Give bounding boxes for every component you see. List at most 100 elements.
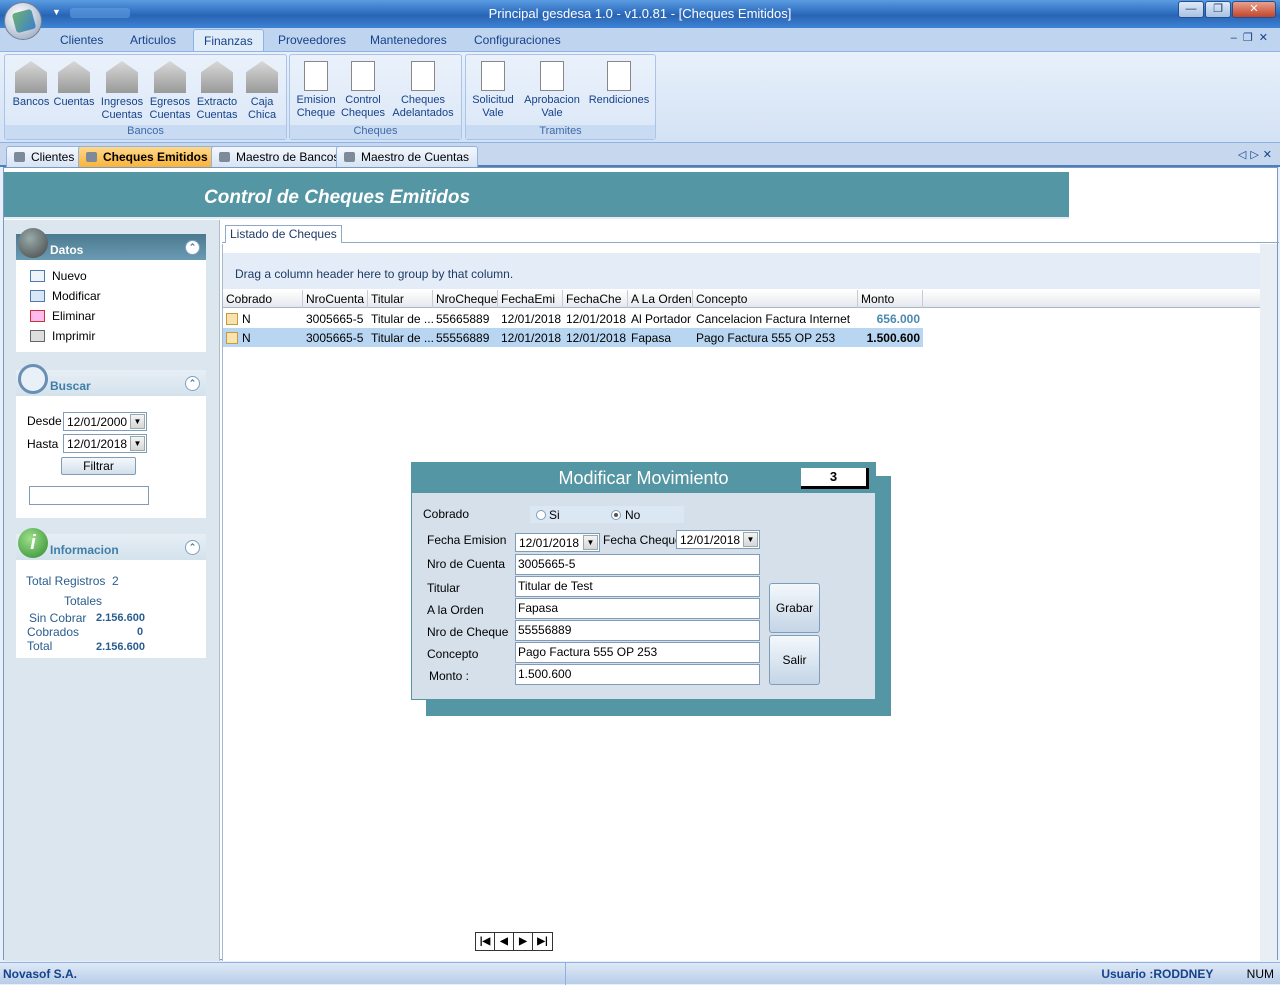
cell-nrocheque: 55665889 <box>436 312 490 326</box>
datos-panel-header[interactable]: Datos ⌃ <box>16 228 206 260</box>
collapse-icon[interactable]: ⌃ <box>185 540 200 555</box>
control-cheques-button[interactable]: Control Cheques <box>340 59 386 120</box>
column-header-nrocuenta[interactable]: NroCuenta <box>303 290 368 308</box>
a-la-orden-field[interactable]: Fapasa <box>515 598 760 619</box>
salir-button[interactable]: Salir <box>769 635 820 685</box>
modificar-link[interactable]: Modificar <box>16 286 206 306</box>
column-header-monto[interactable]: Monto <box>858 290 923 308</box>
concepto-field[interactable]: Pago Factura 555 OP 253 <box>515 642 760 663</box>
cuentas-button[interactable]: Cuentas <box>51 59 97 109</box>
caja-chica-button[interactable]: Caja Chica <box>239 59 285 122</box>
listado-tab-strip: Listado de Cheques <box>222 225 1279 243</box>
monto-field[interactable]: 1.500.600 <box>515 664 760 685</box>
grabar-button[interactable]: Grabar <box>769 583 820 633</box>
total-label: Total <box>27 639 53 653</box>
desde-date-picker[interactable]: 12/01/2000 ▼ <box>63 412 147 431</box>
minimize-button[interactable]: — <box>1178 1 1204 18</box>
a-la-orden-label: A la Orden <box>427 603 484 617</box>
cobrados-value: 0 <box>137 626 144 638</box>
cobrado-checkbox[interactable] <box>226 313 238 325</box>
previous-record-icon[interactable]: ◀ <box>495 933 514 950</box>
app-menu-button[interactable] <box>4 2 42 40</box>
company-name: Novasof S.A. <box>3 967 78 981</box>
form-icon <box>344 152 355 162</box>
doc-tab-maestro-cuentas[interactable]: Maestro de Cuentas <box>336 146 479 167</box>
cell-fechaemi: 12/01/2018 <box>501 312 562 326</box>
column-header-alaorden[interactable]: A La Orden <box>628 290 693 308</box>
dropdown-arrow-icon[interactable]: ▼ <box>583 535 598 550</box>
record-navigator: |◀ ◀ ▶ ▶| <box>475 932 553 951</box>
cell-concepto: Pago Factura 555 OP 253 <box>696 331 836 345</box>
radio-si[interactable] <box>536 510 546 520</box>
search-icon <box>18 364 48 394</box>
quick-access-arrow-icon[interactable]: ▼ <box>52 7 61 17</box>
mdi-controls[interactable]: –❐✕ <box>1231 31 1274 44</box>
nro-cheque-field[interactable]: 55556889 <box>515 620 760 641</box>
tab-listado-cheques[interactable]: Listado de Cheques <box>225 225 342 243</box>
printer-icon <box>30 330 45 342</box>
fecha-emision-picker[interactable]: 12/01/2018 ▼ <box>515 533 600 552</box>
extracto-cuentas-button[interactable]: Extracto Cuentas <box>194 59 240 122</box>
dropdown-arrow-icon[interactable]: ▼ <box>130 414 145 429</box>
cheques-adelantados-button[interactable]: Cheques Adelantados <box>390 59 456 120</box>
ribbon-tab-proveedores[interactable]: Proveedores <box>278 33 346 47</box>
cobrado-checkbox[interactable] <box>226 332 238 344</box>
titular-field[interactable]: Titular de Test <box>515 576 760 597</box>
column-header-concepto[interactable]: Concepto <box>693 290 858 308</box>
rendiciones-button[interactable]: Rendiciones <box>586 59 652 107</box>
column-header-fechaemi[interactable]: FechaEmi <box>498 290 563 308</box>
search-input[interactable] <box>29 486 149 505</box>
informacion-panel-header[interactable]: i Informacion ⌃ <box>16 528 206 560</box>
column-header-titular[interactable]: Titular <box>368 290 433 308</box>
imprimir-link[interactable]: Imprimir <box>16 326 206 346</box>
ribbon-tab-clientes[interactable]: Clientes <box>60 33 103 47</box>
fecha-cheque-picker[interactable]: 12/01/2018 ▼ <box>676 530 760 549</box>
cell-fechache: 12/01/2018 <box>566 312 627 326</box>
ribbon-tab-articulos[interactable]: Articulos <box>130 33 176 47</box>
ribbon-tab-configuraciones[interactable]: Configuraciones <box>474 33 561 47</box>
radio-no[interactable] <box>611 510 621 520</box>
next-record-icon[interactable]: ▶ <box>514 933 533 950</box>
buscar-panel-header[interactable]: Buscar ⌃ <box>16 364 206 396</box>
table-row[interactable]: N 3005665-5 Titular de ... 55556889 12/0… <box>223 328 923 347</box>
cell-titular: Titular de ... <box>371 312 433 326</box>
column-header-fechache[interactable]: FechaChe <box>563 290 628 308</box>
doc-tab-cheques-emitidos[interactable]: Cheques Emitidos <box>78 146 217 167</box>
hasta-date-picker[interactable]: 12/01/2018 ▼ <box>63 434 147 453</box>
ribbon-tab-mantenedores[interactable]: Mantenedores <box>370 33 447 47</box>
check-issue-icon <box>304 61 328 91</box>
maximize-button[interactable]: ❐ <box>1205 1 1231 18</box>
statement-icon <box>201 61 233 93</box>
cobrado-radio-group: Si No <box>530 506 684 523</box>
column-header-nrocheque[interactable]: NroCheque <box>433 290 498 308</box>
aprobacion-vale-button[interactable]: Aprobacion Vale <box>521 59 583 120</box>
solicitud-vale-button[interactable]: Solicitud Vale <box>470 59 516 120</box>
form-icon <box>219 152 230 162</box>
dropdown-arrow-icon[interactable]: ▼ <box>130 436 145 451</box>
chevron-right-icon <box>18 228 48 258</box>
ribbon-tab-finanzas[interactable]: Finanzas <box>193 29 264 53</box>
column-header-cobrado[interactable]: Cobrado <box>223 290 303 308</box>
doc-tab-clientes[interactable]: Clientes <box>6 146 84 167</box>
doc-tab-navigation[interactable]: ◁▷✕ <box>1238 148 1276 161</box>
ingresos-cuentas-button[interactable]: Ingresos Cuentas <box>99 59 145 122</box>
table-row[interactable]: N 3005665-5 Titular de ... 55665889 12/0… <box>223 309 923 328</box>
doc-tab-maestro-bancos[interactable]: Maestro de Bancos <box>211 146 349 167</box>
last-record-icon[interactable]: ▶| <box>533 933 552 950</box>
emision-cheque-button[interactable]: Emision Cheque <box>293 59 339 120</box>
vertical-scrollbar[interactable] <box>1260 244 1277 961</box>
bancos-button[interactable]: Bancos <box>8 59 54 109</box>
group-by-panel[interactable]: Drag a column header here to group by th… <box>223 253 1263 289</box>
eliminar-link[interactable]: Eliminar <box>16 306 206 326</box>
first-record-icon[interactable]: |◀ <box>476 933 495 950</box>
egresos-cuentas-button[interactable]: Egresos Cuentas <box>147 59 193 122</box>
dropdown-arrow-icon[interactable]: ▼ <box>743 532 758 547</box>
collapse-icon[interactable]: ⌃ <box>185 240 200 255</box>
form-icon <box>86 152 97 162</box>
cell-nrocuenta: 3005665-5 <box>306 312 364 326</box>
nro-cuenta-field[interactable]: 3005665-5 <box>515 554 760 575</box>
collapse-icon[interactable]: ⌃ <box>185 376 200 391</box>
close-button[interactable]: ✕ <box>1232 1 1276 18</box>
nuevo-link[interactable]: Nuevo <box>16 266 206 286</box>
filtrar-button[interactable]: Filtrar <box>61 457 136 475</box>
